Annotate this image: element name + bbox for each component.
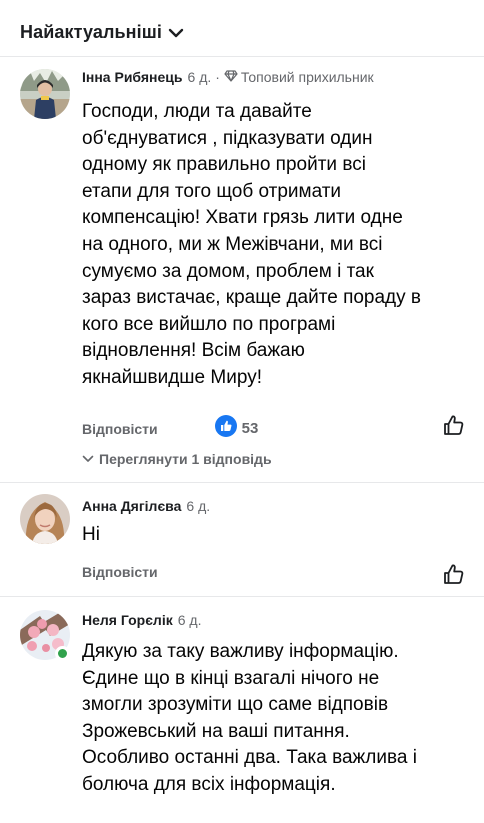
comment-line: змогли зрозуміти що саме відповів — [82, 694, 389, 716]
comment-line: компенсацію! Хвати грязь лити одне — [82, 207, 403, 229]
comment-line: кого все вийшло по програмі — [82, 313, 336, 335]
like-reaction-icon — [214, 415, 237, 442]
comment-line: об'єднуватися , підказувати один — [82, 127, 373, 149]
comment-line: Зрожевський на ваші питання. — [82, 720, 350, 742]
thumbs-up-icon — [444, 564, 464, 584]
avatar[interactable] — [20, 69, 70, 119]
comment-line: одному як правильно пройти всі — [82, 154, 366, 176]
comment-actions: Відповісти 53 — [82, 415, 258, 442]
comment-header: Інна Рибянець 6 д. · Топовий прихильник — [82, 69, 374, 85]
comment-header: Неля Горєлік 6 д. — [82, 612, 201, 628]
reaction-summary[interactable]: 53 — [214, 415, 259, 442]
comment-line: етапи для того щоб отримати — [82, 180, 342, 202]
comment-line: якнайшвидше Миру! — [82, 366, 262, 388]
divider — [0, 56, 484, 57]
author-name[interactable]: Неля Горєлік — [82, 612, 173, 628]
comment-text: Господи, люди та давайте об'єднуватися ,… — [82, 99, 467, 392]
divider — [0, 596, 484, 597]
comment-line: зараз вистачає, краще дайте пораду в — [82, 287, 422, 309]
avatar[interactable] — [20, 494, 70, 544]
chevron-down-icon — [82, 455, 94, 462]
comment-line: сумуємо за домом, проблем і так — [82, 260, 374, 282]
comment-actions: Відповісти — [82, 564, 158, 580]
divider — [0, 482, 484, 483]
timestamp[interactable]: 6 д. — [188, 69, 212, 85]
reaction-count: 53 — [241, 420, 259, 437]
comment-line: Господи, люди та давайте — [82, 101, 312, 122]
top-fan-badge: Топовий прихильник — [224, 69, 374, 85]
timestamp[interactable]: 6 д. — [178, 612, 202, 628]
separator: · — [215, 69, 220, 85]
reply-button[interactable]: Відповісти — [82, 564, 158, 580]
sort-label: Найактуальніші — [20, 22, 162, 42]
reply-button[interactable]: Відповісти — [82, 421, 158, 437]
comment-line: болюча для всіх інформація. — [82, 773, 336, 795]
chevron-down-icon — [168, 27, 184, 39]
comment-line: Особливо останні два. Така важлива і — [82, 747, 417, 769]
like-button[interactable] — [442, 562, 466, 591]
comment-line: Дякую за таку важливу інформацію. — [82, 641, 399, 662]
comment-line: Ні — [82, 524, 100, 545]
sort-dropdown[interactable]: Найактуальніші — [20, 22, 184, 43]
comment-text: Ні — [82, 522, 467, 549]
comment-header: Анна Дягілєва 6 д. — [82, 498, 210, 514]
like-button[interactable] — [442, 413, 466, 442]
timestamp[interactable]: 6 д. — [186, 498, 210, 514]
author-name[interactable]: Інна Рибянець — [82, 69, 183, 85]
view-replies-link[interactable]: Переглянути 1 відповідь — [82, 451, 272, 467]
diamond-icon — [224, 69, 241, 85]
online-status-indicator — [55, 646, 70, 661]
comment-line: відновлення! Всім бажаю — [82, 340, 305, 362]
comment-line: Єдине що в кінці взагалі нічого не — [82, 667, 380, 689]
comment-text: Дякую за таку важливу інформацію. Єдине … — [82, 639, 467, 799]
comment-line: на одного, ми ж Межівчани, ми всі — [82, 233, 383, 255]
badge-label: Топовий прихильник — [240, 69, 374, 85]
thumbs-up-icon — [444, 415, 464, 435]
view-replies-label: Переглянути 1 відповідь — [99, 451, 272, 467]
author-name[interactable]: Анна Дягілєва — [82, 498, 181, 514]
